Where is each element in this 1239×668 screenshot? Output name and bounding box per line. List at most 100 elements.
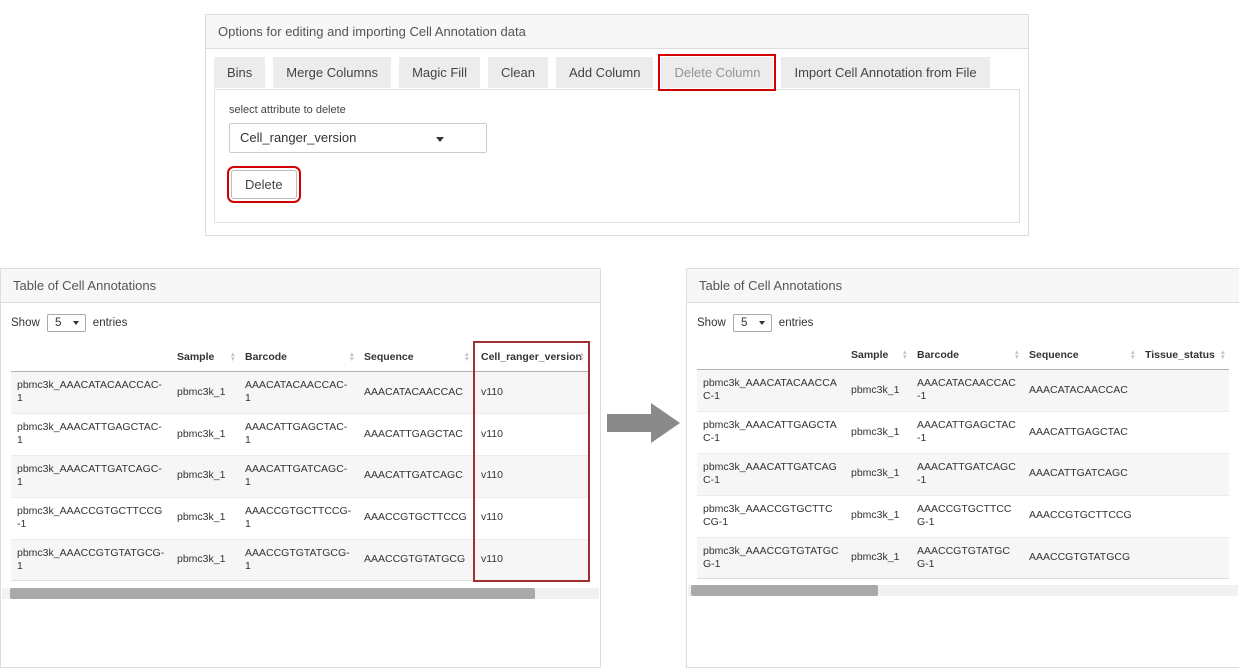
page-size-select[interactable]: 5 [733,314,772,332]
show-entries-control: Show 5 entries [1,303,600,341]
column-header-sequence[interactable]: Sequence▲▼ [358,342,474,372]
show-label: Show [11,317,40,329]
chevron-down-icon [759,321,765,325]
tab-merge-columns[interactable]: Merge Columns [273,57,391,88]
table-cell: v110 [474,413,589,455]
table-cell: AAACCGTGCTTCCG-1 [239,497,358,539]
attribute-select-value: Cell_ranger_version [240,130,356,145]
table-cell [1139,370,1229,412]
column-header-sample[interactable]: Sample▲▼ [171,342,239,372]
scrollbar-thumb[interactable] [10,588,535,599]
table-row[interactable]: pbmc3k_AAACCGTGCTTCCG-1pbmc3k_1AAACCGTGC… [11,497,589,539]
sort-icon[interactable]: ▲▼ [230,352,236,362]
table-after-panel: Table of Cell Annotations Show 5 entries… [686,268,1239,668]
table-cell [1139,411,1229,453]
table-row[interactable]: pbmc3k_AAACATTGAGCTAC-1pbmc3k_1AAACATTGA… [697,411,1229,453]
table-cell: pbmc3k_1 [171,372,239,414]
column-header [11,342,171,372]
table-before-panel: Table of Cell Annotations Show 5 entries… [0,268,601,668]
column-header-barcode[interactable]: Barcode▲▼ [911,341,1023,370]
table-cell: AAACATTGAGCTAC [358,413,474,455]
delete-button[interactable]: Delete [231,170,297,199]
table-panel-title: Table of Cell Annotations [687,269,1239,303]
options-panel: Options for editing and importing Cell A… [205,14,1029,236]
table-cell: AAACATTGAGCTAC-1 [911,411,1023,453]
tab-delete-column[interactable]: Delete Column [661,57,773,88]
table-row[interactable]: pbmc3k_AAACCGTGTATGCG-1pbmc3k_1AAACCGTGT… [11,539,589,581]
table-cell: AAACATACAACCAC-1 [239,372,358,414]
column-header-label: Sequence [1029,349,1079,361]
table-row[interactable]: pbmc3k_AAACCGTGCTTCCG-1pbmc3k_1AAACCGTGC… [697,495,1229,537]
tab-magic-fill[interactable]: Magic Fill [399,57,480,88]
tab-clean[interactable]: Clean [488,57,548,88]
column-header-barcode[interactable]: Barcode▲▼ [239,342,358,372]
delete-column-tab-content: select attribute to delete Cell_ranger_v… [214,89,1020,223]
table-cell: AAACATACAACCAC [358,372,474,414]
table-cell: pbmc3k_AAACCGTGTATGCG-1 [697,537,845,579]
table-cell: v110 [474,497,589,539]
sort-icon[interactable]: ▲▼ [579,352,585,362]
page-size-value: 5 [55,317,61,329]
table-cell: AAACCGTGCTTCCG [358,497,474,539]
scrollbar-thumb[interactable] [691,585,878,596]
table-cell: AAACCGTGCTTCCG-1 [911,495,1023,537]
column-header-tissue_status[interactable]: Tissue_status ▲▼ [1139,341,1229,370]
table-row[interactable]: pbmc3k_AAACATACAACCAC-1pbmc3k_1AAACATACA… [11,372,589,414]
table-row[interactable]: pbmc3k_AAACCGTGTATGCG-1pbmc3k_1AAACCGTGT… [697,537,1229,579]
table-panel-title: Table of Cell Annotations [1,269,600,303]
table-cell: AAACATTGATCAGC [1023,453,1139,495]
table-cell: pbmc3k_AAACATTGAGCTAC-1 [697,411,845,453]
sort-icon[interactable]: ▲▼ [464,352,470,362]
tab-bins[interactable]: Bins [214,57,265,88]
sort-icon[interactable]: ▲▼ [902,350,908,360]
table-cell: AAACCGTGTATGCG-1 [911,537,1023,579]
options-panel-body: Bins Merge Columns Magic Fill Clean Add Colu… [206,49,1028,235]
table-cell: v110 [474,539,589,581]
table-cell: pbmc3k_AAACCGTGTATGCG-1 [11,539,171,581]
horizontal-scrollbar[interactable] [2,588,599,599]
entries-label: entries [779,317,814,329]
column-header-sequence[interactable]: Sequence ▲▼ [1023,341,1139,370]
table-cell: pbmc3k_AAACCGTGCTTCCG-1 [697,495,845,537]
tab-add-column[interactable]: Add Column [556,57,654,88]
table-cell: AAACATACAACCAC [1023,370,1139,412]
table-row[interactable]: pbmc3k_AAACATTGAGCTAC-1pbmc3k_1AAACATTGA… [11,413,589,455]
table-row[interactable]: pbmc3k_AAACATTGATCAGC-1pbmc3k_1AAACATTGA… [11,455,589,497]
cell-annotations-table-before: Sample▲▼Barcode▲▼Sequence▲▼Cell_ranger_v… [11,341,590,582]
show-label: Show [697,317,726,329]
table-cell: pbmc3k_AAACATACAACCAC-1 [11,372,171,414]
table-cell: pbmc3k_AAACATACAACCAC-1 [697,370,845,412]
tab-import-cell-annotation-from-file[interactable]: Import Cell Annotation from File [781,57,989,88]
sort-icon[interactable]: ▲▼ [1130,350,1136,360]
attribute-select[interactable]: Cell_ranger_version [229,123,487,153]
column-header-label: Cell_ranger_version [481,351,582,363]
page-size-value: 5 [741,317,747,329]
table-cell: v110 [474,372,589,414]
arrow-icon [607,403,681,443]
horizontal-scrollbar[interactable] [688,585,1238,596]
table-cell: AAACCGTGCTTCCG [1023,495,1139,537]
column-header-sample[interactable]: Sample▲▼ [845,341,911,370]
table-cell: v110 [474,455,589,497]
cell-annotations-table-after: Sample▲▼Barcode▲▼Sequence▲▼Tissue_status… [697,341,1229,579]
table-header-row: Sample▲▼Barcode▲▼Sequence▲▼Tissue_status… [697,341,1229,370]
column-header-cell_ranger_version[interactable]: Cell_ranger_version▲▼ [474,342,589,372]
table-cell: pbmc3k_1 [171,455,239,497]
page-size-select[interactable]: 5 [47,314,86,332]
table-cell: pbmc3k_1 [845,370,911,412]
sort-icon[interactable]: ▲▼ [349,352,355,362]
column-header-label: Tissue_status [1145,349,1215,361]
options-panel-title: Options for editing and importing Cell A… [206,15,1028,49]
table-row[interactable]: pbmc3k_AAACATTGATCAGC-1pbmc3k_1AAACATTGA… [697,453,1229,495]
table-header-row: Sample▲▼Barcode▲▼Sequence▲▼Cell_ranger_v… [11,342,589,372]
table-row[interactable]: pbmc3k_AAACATACAACCAC-1pbmc3k_1 AAACATACA… [697,370,1229,412]
table-cell: pbmc3k_AAACCGTGCTTCCG-1 [11,497,171,539]
table-cell: AAACCGTGTATGCG [1023,537,1139,579]
sort-icon[interactable]: ▲▼ [1220,350,1226,360]
table-cell [1139,537,1229,579]
sort-icon[interactable]: ▲▼ [1014,350,1020,360]
table-cell: pbmc3k_1 [171,539,239,581]
tab-bar: Bins Merge Columns Magic Fill Clean Add Colu… [214,57,1020,88]
table-cell: AAACATTGAGCTAC [1023,411,1139,453]
select-attribute-label: select attribute to delete [229,104,1005,116]
